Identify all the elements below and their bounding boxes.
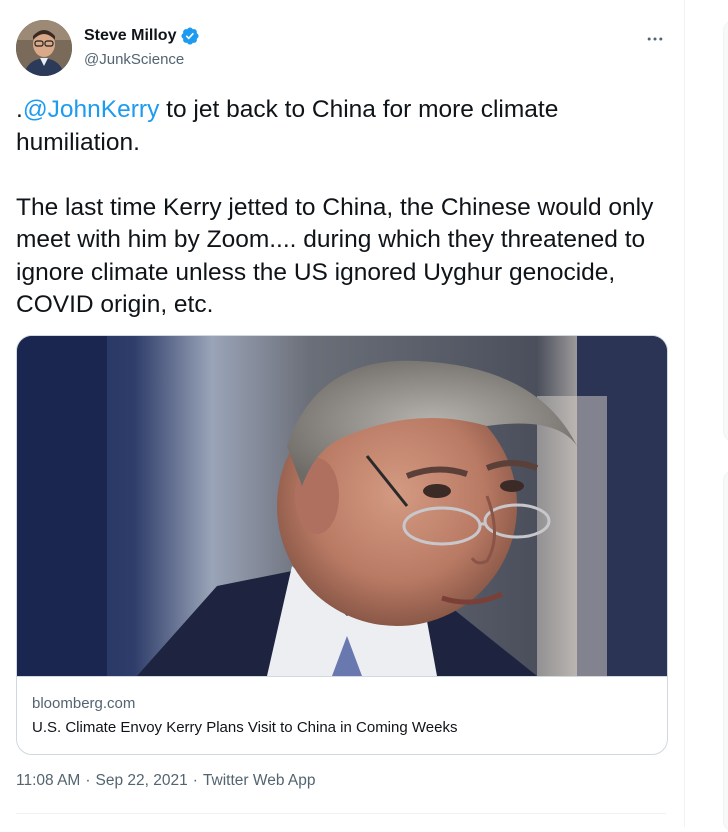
display-name-row: Steve Milloy <box>84 25 200 47</box>
metadata-separator: · <box>85 772 91 789</box>
tweet-date[interactable]: Sep 22, 2021 <box>96 772 188 790</box>
card-title: U.S. Climate Envoy Kerry Plans Visit to … <box>32 719 458 736</box>
tweet-text: .@JohnKerry to jet back to China for mor… <box>16 94 666 322</box>
tweet-prefix: . <box>16 96 23 123</box>
author-display-name[interactable]: Steve Milloy <box>84 27 176 45</box>
right-sidebar <box>685 0 728 832</box>
card-domain: bloomberg.com <box>32 695 136 712</box>
divider <box>16 813 666 814</box>
avatar-photo <box>16 20 72 76</box>
verified-badge-icon <box>180 26 200 46</box>
author-handle[interactable]: @JunkScience <box>84 51 200 68</box>
metadata-separator-2: · <box>192 772 198 789</box>
mention-link[interactable]: @JohnKerry <box>23 96 160 123</box>
more-horizontal-icon[interactable] <box>644 28 666 50</box>
tweet-time[interactable]: 11:08 AM <box>16 772 80 790</box>
tweet-column: Steve Milloy @JunkScience .@JohnKerry to… <box>0 0 685 827</box>
tweet-source: Twitter Web App <box>202 772 316 789</box>
sidebar-card <box>723 20 728 442</box>
author-info: Steve Milloy @JunkScience <box>84 25 200 68</box>
card-image <box>17 336 667 676</box>
sidebar-card-2 <box>723 470 728 832</box>
tweet-metadata: 11:08 AM · Sep 22, 2021 · Twitter Web Ap… <box>16 772 316 790</box>
tweet-paragraph-2: The last time Kerry jetted to China, the… <box>16 193 654 319</box>
link-preview-card[interactable]: bloomberg.com U.S. Climate Envoy Kerry P… <box>16 335 668 755</box>
author-avatar[interactable] <box>16 20 72 76</box>
card-meta: bloomberg.com U.S. Climate Envoy Kerry P… <box>17 676 667 754</box>
